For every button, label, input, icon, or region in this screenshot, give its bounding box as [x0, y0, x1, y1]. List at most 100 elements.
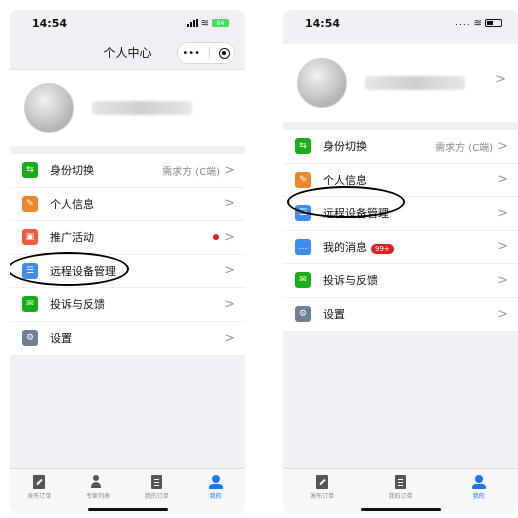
- tab-label: 我的订单: [388, 493, 413, 500]
- menu-item-label: 远程设备管理: [50, 264, 116, 278]
- menu-item-label: 推广活动: [50, 231, 94, 245]
- tab-label: 发布订单: [310, 493, 335, 500]
- chevron-right-icon: >: [224, 162, 235, 178]
- status-time: 14:54: [32, 16, 68, 30]
- menu-item[interactable]: ✎ 个人信息 >: [283, 164, 518, 197]
- switch-icon: ⇆: [295, 138, 311, 155]
- device-icon: ☰: [22, 262, 38, 279]
- chevron-right-icon: >: [495, 72, 506, 87]
- menu-item[interactable]: ✉ 投诉与反馈 >: [10, 288, 245, 322]
- nav-bar: 个人中心 •••: [10, 36, 245, 70]
- expert-list-icon: [90, 474, 106, 489]
- page-title: 个人中心: [103, 46, 152, 60]
- menu-item[interactable]: ✉ 投诉与反馈 >: [283, 264, 518, 298]
- device-icon: ☰: [295, 205, 311, 222]
- phone-screen-left: 14:54 ≋ 64 个人中心 ••• ⇆ 身份切换 需求方 (C端) > ✎ 个人信息 >…: [10, 10, 245, 514]
- chevron-right-icon: >: [497, 306, 508, 322]
- username-blurred: [92, 101, 192, 115]
- profile-card[interactable]: >: [283, 44, 518, 122]
- signal-icon: ....: [455, 18, 471, 28]
- chevron-right-icon: >: [224, 196, 235, 212]
- tab-item[interactable]: 发布订单: [14, 474, 64, 514]
- publish-icon: [315, 474, 330, 489]
- edit-doc-icon: ✎: [295, 171, 311, 188]
- publish-icon: [32, 474, 47, 489]
- mail-icon: ✉: [22, 296, 38, 313]
- menu-item[interactable]: ⇆ 身份切换 需求方 (C端) >: [10, 154, 245, 188]
- chevron-right-icon: >: [497, 239, 508, 255]
- menu-item-label: 我的消息 99+: [323, 239, 497, 255]
- menu-item[interactable]: ✎ 个人信息 >: [10, 188, 245, 221]
- me-icon: [208, 474, 223, 489]
- tab-label: 我的订单: [144, 493, 169, 500]
- menu-item-label: 设置: [50, 332, 72, 346]
- wifi-icon: ≋: [473, 17, 482, 29]
- status-bar: 14:54 .... ≋: [283, 10, 518, 36]
- notification-dot: [213, 234, 220, 241]
- tab-label: 我的: [209, 493, 222, 500]
- menu-item-label: 身份切换: [50, 164, 94, 178]
- chevron-right-icon: >: [224, 296, 235, 312]
- menu-item[interactable]: ⇆ 身份切换 需求方 (C端) >: [283, 130, 518, 164]
- home-indicator: [360, 508, 441, 511]
- chevron-right-icon: >: [497, 205, 508, 221]
- chat-icon: …: [295, 238, 311, 255]
- unread-badge: 99+: [371, 243, 394, 254]
- tab-item[interactable]: 我的: [454, 474, 504, 514]
- menu-item-label: 身份切换: [323, 140, 367, 154]
- chevron-right-icon: >: [497, 138, 508, 154]
- tab-label: 我的: [472, 493, 485, 500]
- battery-icon: 64: [212, 19, 229, 27]
- chevron-right-icon: >: [224, 263, 235, 279]
- tab-label: 专家列表: [86, 493, 111, 500]
- chevron-right-icon: >: [224, 330, 235, 346]
- battery-icon: [485, 19, 502, 27]
- menu-item-label: 投诉与反馈: [323, 274, 378, 288]
- gift-icon: ▣: [22, 229, 38, 246]
- tab-bar: 发布订单 我的订单 我的: [283, 468, 518, 514]
- menu-item[interactable]: ☰ 远程设备管理 >: [10, 255, 245, 288]
- tab-label: 发布订单: [27, 493, 52, 500]
- mail-icon: ✉: [295, 272, 311, 289]
- switch-icon: ⇆: [22, 162, 38, 179]
- menu-item[interactable]: ⚙ 设置 >: [10, 322, 245, 356]
- home-indicator: [87, 508, 168, 511]
- close-target-icon[interactable]: [218, 47, 230, 59]
- menu-item-label: 个人信息: [50, 197, 94, 211]
- status-time: 14:54: [305, 16, 341, 30]
- menu-list: ⇆ 身份切换 需求方 (C端) > ✎ 个人信息 > ▣ 推广活动 > ☰ 远程设备管理 > ✉ 投诉与反馈…: [10, 154, 245, 355]
- menu-item-label: 个人信息: [323, 173, 367, 187]
- menu-item-label: 远程设备管理: [323, 207, 389, 221]
- gear-icon: ⚙: [295, 306, 311, 323]
- tab-item[interactable]: 发布订单: [297, 474, 347, 514]
- edit-doc-icon: ✎: [22, 195, 38, 212]
- signal-icon: [186, 19, 198, 27]
- gear-icon: ⚙: [22, 330, 38, 347]
- chevron-right-icon: >: [497, 172, 508, 188]
- chevron-right-icon: >: [224, 229, 235, 245]
- me-icon: [471, 474, 486, 489]
- status-bar: 14:54 ≋ 64: [10, 10, 245, 36]
- menu-item[interactable]: … 我的消息 99+ >: [283, 231, 518, 264]
- tab-bar: 发布订单 专家列表 我的订单 我的: [10, 468, 245, 514]
- phone-screen-right: 14:54 .... ≋ > ⇆ 身份切换 需求方 (C端) > ✎ 个人信息 > ☰ 远程设备…: [283, 10, 518, 514]
- wifi-icon: ≋: [200, 17, 209, 29]
- menu-item-label: 投诉与反馈: [50, 298, 105, 312]
- more-icon[interactable]: •••: [182, 48, 200, 59]
- avatar: [24, 83, 74, 133]
- menu-item[interactable]: ☰ 远程设备管理 >: [283, 197, 518, 231]
- mini-program-capsule: •••: [177, 42, 235, 64]
- chevron-right-icon: >: [497, 272, 508, 288]
- orders-icon: [149, 474, 164, 489]
- avatar: [297, 58, 347, 108]
- username-blurred: [365, 76, 465, 90]
- orders-icon: [393, 474, 408, 489]
- menu-list: ⇆ 身份切换 需求方 (C端) > ✎ 个人信息 > ☰ 远程设备管理 >… 我的消息 99+ > ✉ 投诉…: [283, 130, 518, 331]
- menu-item-value: 需求方 (C端): [435, 142, 494, 154]
- menu-item-label: 设置: [323, 308, 345, 322]
- profile-card[interactable]: [10, 70, 245, 146]
- menu-item-value: 需求方 (C端): [162, 166, 221, 178]
- menu-item[interactable]: ⚙ 设置 >: [283, 298, 518, 332]
- menu-item[interactable]: ▣ 推广活动 >: [10, 221, 245, 255]
- tab-item[interactable]: 我的: [191, 474, 241, 514]
